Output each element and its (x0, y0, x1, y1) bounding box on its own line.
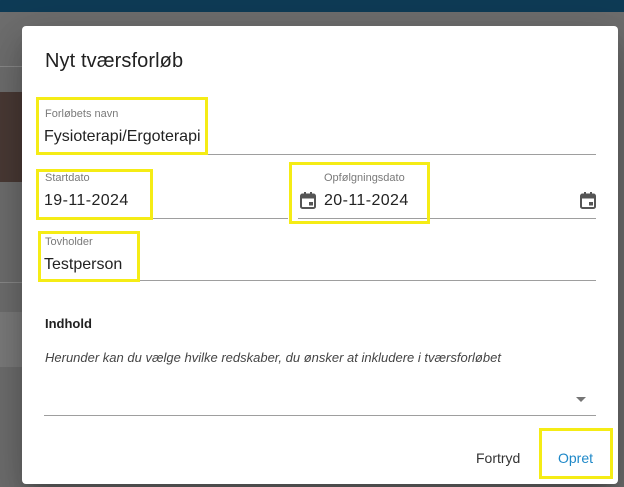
followup-date-input[interactable]: 20-11-2024 (324, 192, 409, 210)
arrow-drop-down-icon[interactable] (576, 397, 586, 402)
new-cross-course-dialog: Nyt tværsforløb Forløbets navn Fysiotera… (22, 26, 618, 484)
start-date-label: Startdato (45, 172, 90, 184)
course-name-label: Forløbets navn (45, 108, 119, 120)
followup-date-label: Opfølgningsdato (324, 172, 405, 184)
field-underline (298, 218, 596, 219)
followup-date-field[interactable]: Opfølgningsdato 20-11-2024 (298, 170, 598, 220)
course-name-input[interactable]: Fysioterapi/Ergoterapi (44, 128, 201, 146)
start-date-field[interactable]: Startdato 19-11-2024 (44, 170, 316, 220)
start-date-input[interactable]: 19-11-2024 (44, 192, 129, 210)
backdrop-divider (0, 282, 22, 283)
content-section-title: Indhold (45, 316, 92, 331)
field-underline (44, 415, 596, 416)
dialog-title: Nyt tværsforløb (45, 50, 184, 72)
app-top-bar (0, 0, 624, 12)
coordinator-field[interactable]: Tovholder Testperson (44, 234, 596, 284)
field-underline (44, 154, 596, 155)
content-section-description: Herunder kan du vælge hvilke redskaber, … (45, 350, 501, 365)
backdrop-divider (0, 66, 22, 67)
calendar-icon[interactable] (580, 192, 596, 209)
field-underline (44, 218, 288, 219)
cancel-button[interactable]: Fortryd (476, 450, 520, 466)
coordinator-input[interactable]: Testperson (44, 256, 122, 274)
create-button[interactable]: Opret (558, 450, 593, 466)
backdrop-panel (0, 92, 22, 182)
tools-select[interactable] (44, 378, 596, 416)
coordinator-label: Tovholder (45, 236, 93, 248)
field-underline (44, 280, 596, 281)
course-name-field[interactable]: Forløbets navn Fysioterapi/Ergoterapi (44, 106, 596, 156)
backdrop-panel (0, 312, 22, 367)
